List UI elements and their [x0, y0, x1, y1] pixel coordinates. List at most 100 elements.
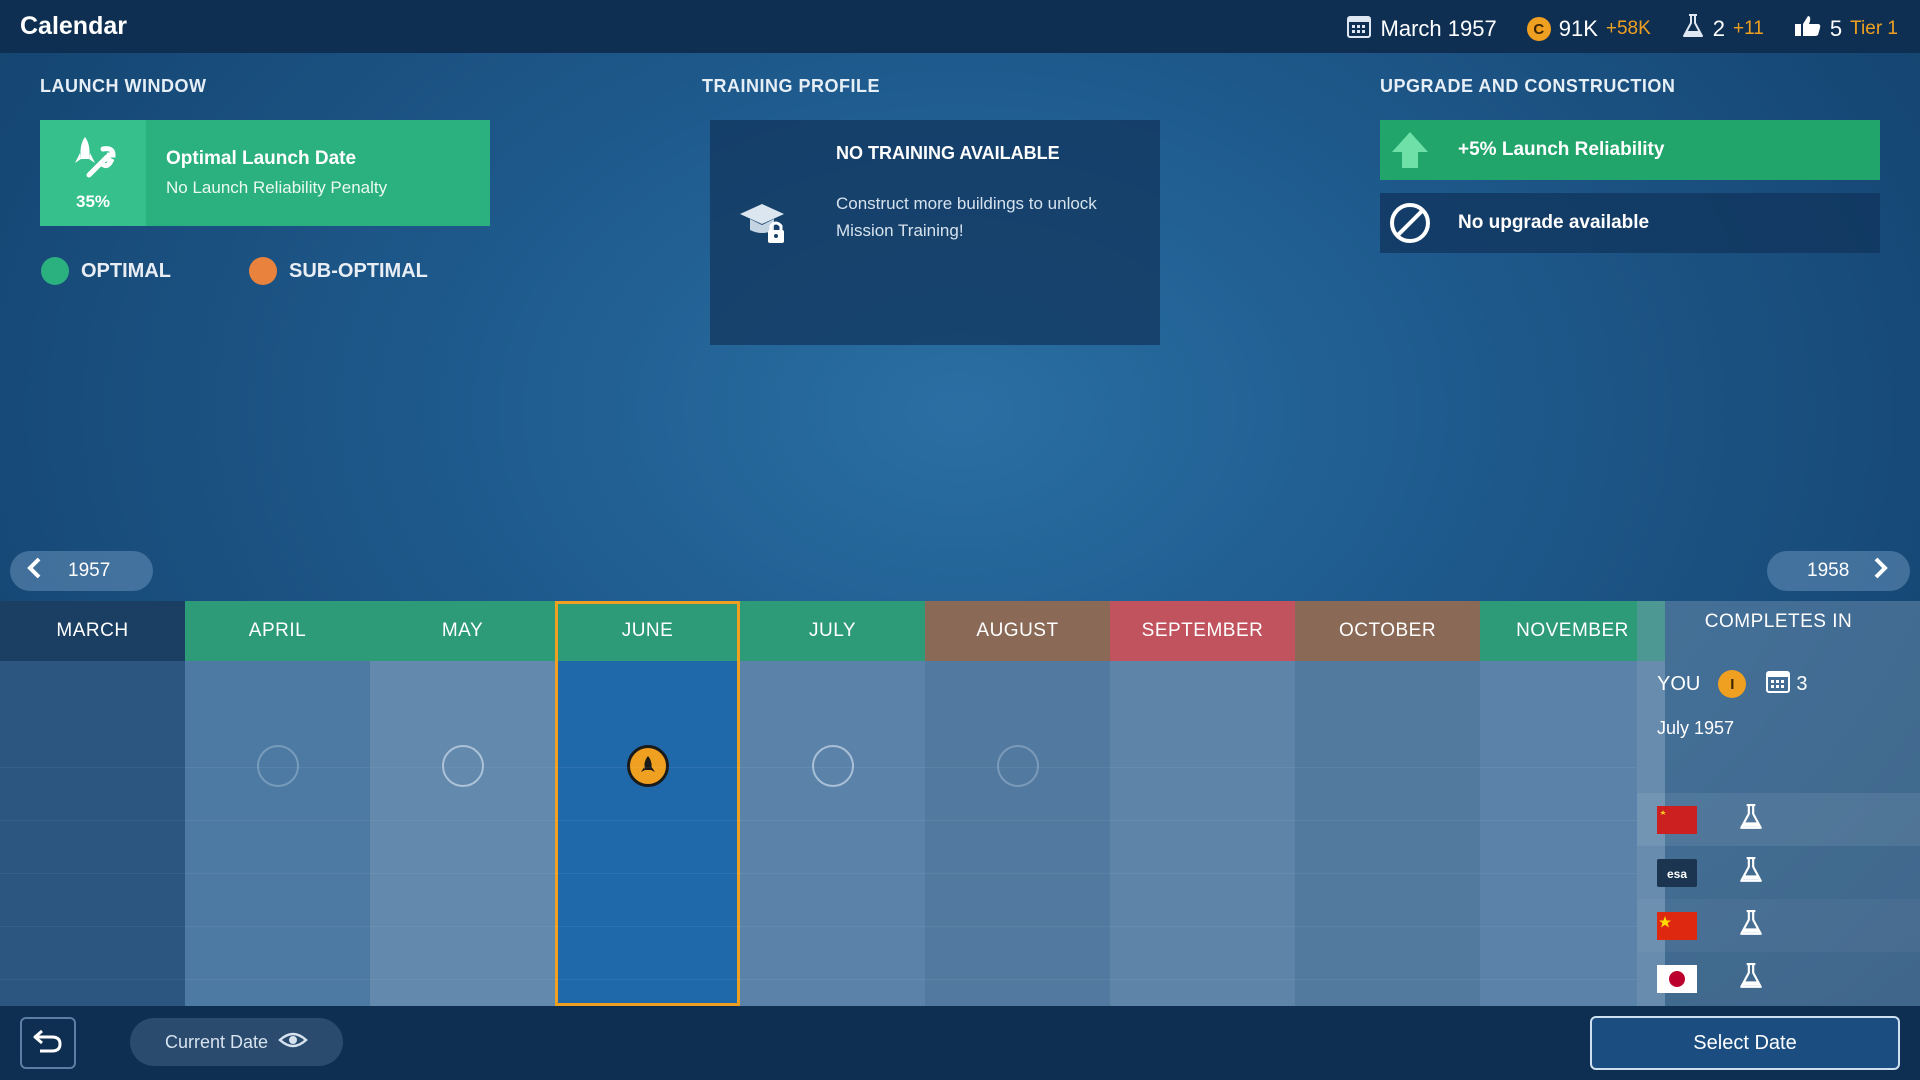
month-column-july[interactable]: JULY: [740, 601, 925, 1006]
previous-year-button[interactable]: 1957: [10, 551, 153, 591]
select-date-button[interactable]: Select Date: [1590, 1016, 1900, 1070]
month-cell: [740, 661, 925, 1006]
month-grid: MARCH APRIL MAY JUNE JULY AUGUST SEPTEMBER OCTO…: [0, 601, 1665, 1006]
rival-row-japan: [1637, 952, 1920, 1005]
player-completion-row: YOU I 3: [1657, 667, 1807, 701]
flask-icon: [1681, 13, 1705, 45]
legend-label: SUB-OPTIMAL: [289, 259, 428, 282]
launch-window-title: LAUNCH WINDOW: [40, 76, 207, 96]
rival-row-esa: esa: [1637, 846, 1920, 899]
completion-date: July 1957: [1657, 718, 1735, 738]
reputation-value: 5: [1829, 16, 1843, 41]
current-date-label: Current Date: [164, 1031, 269, 1052]
launch-card-text: Optimal Launch Date No Launch Reliabilit…: [146, 120, 387, 226]
month-cell: [370, 661, 555, 1006]
esa-flag-text: esa: [1667, 867, 1687, 881]
month-column-may[interactable]: MAY: [370, 601, 555, 1006]
current-date-text: March 1957: [1380, 16, 1497, 41]
chevron-right-icon: [1873, 557, 1889, 585]
launch-card-subtitle: No Launch Reliability Penalty: [166, 178, 388, 197]
locked-graduation-cap-icon: [738, 200, 792, 251]
completes-in-panel: COMPLETES IN YOU I 3 July 1957 esa: [1637, 601, 1920, 1006]
upgrade-title: UPGRADE AND CONSTRUCTION: [1380, 76, 1676, 96]
prohibited-icon: [1380, 193, 1440, 253]
ussr-flag-icon: [1657, 805, 1697, 834]
month-cell: [185, 661, 370, 1006]
coins-stat: C 91K +58K: [1526, 16, 1651, 42]
month-column-june[interactable]: JUNE: [555, 601, 740, 1006]
current-date-button[interactable]: Current Date: [130, 1018, 343, 1066]
resource-stats: March 1957 C 91K +58K 2 +11 5 Tier 1: [1345, 12, 1898, 46]
esa-flag-icon: esa: [1657, 858, 1697, 887]
row-divider: [0, 767, 1637, 768]
thumbs-up-icon: [1794, 14, 1822, 44]
back-button[interactable]: [20, 1017, 76, 1069]
month-column-october: OCTOBER: [1295, 601, 1480, 1006]
rocket-icon: [641, 756, 655, 772]
sub-optimal-dot-icon: [249, 257, 277, 285]
launch-reliability-box: 35%: [40, 120, 146, 226]
month-cell: [1295, 661, 1480, 1006]
launch-reliability-percent: 35%: [75, 191, 111, 211]
calendar-icon: [1764, 667, 1792, 701]
month-column-september: SEPTEMBER: [1110, 601, 1295, 1006]
month-header: MARCH: [0, 601, 185, 661]
month-header: JUNE: [555, 601, 740, 661]
month-header: MAY: [370, 601, 555, 661]
science-value: 2: [1712, 16, 1726, 41]
next-year-label: 1958: [1807, 560, 1850, 581]
launch-slot[interactable]: [997, 745, 1039, 787]
coins-delta: +58K: [1605, 18, 1651, 39]
row-divider: [0, 926, 1637, 927]
row-divider: [0, 873, 1637, 874]
rival-row-china: [1637, 899, 1920, 952]
legend-sub-optimal: SUB-OPTIMAL: [249, 257, 428, 285]
flask-icon: [1738, 907, 1764, 944]
eye-icon: [278, 1030, 308, 1055]
arrow-up-icon: [1380, 120, 1440, 180]
month-column-march: MARCH: [0, 601, 185, 1006]
science-stat: 2 +11: [1681, 13, 1764, 45]
player-agency-icon: I: [1718, 670, 1747, 698]
launch-slot[interactable]: [257, 745, 299, 787]
month-header: SEPTEMBER: [1110, 601, 1295, 661]
previous-year-label: 1957: [68, 560, 111, 581]
month-cell: [1110, 661, 1295, 1006]
launch-slot[interactable]: [812, 745, 854, 787]
month-cell: [925, 661, 1110, 1006]
months-value: 3: [1796, 672, 1808, 695]
footer-bar: Current Date Select Date: [0, 1006, 1920, 1080]
training-card-text: Construct more buildings to unlock Missi…: [836, 194, 1097, 240]
month-header: AUGUST: [925, 601, 1110, 661]
calendar-icon: [1345, 12, 1373, 46]
training-card: NO TRAINING AVAILABLE Construct more bui…: [710, 120, 1160, 345]
row-divider: [0, 820, 1637, 821]
rival-row-ussr: [1637, 793, 1920, 846]
back-arrow-icon: [32, 1027, 64, 1060]
flask-icon: [1738, 854, 1764, 891]
launch-slot[interactable]: [442, 745, 484, 787]
top-bar: Calendar March 1957 C 91K +58K 2 +11 5 T…: [0, 0, 1920, 53]
japan-flag-icon: [1657, 964, 1697, 993]
month-header: APRIL: [185, 601, 370, 661]
training-profile-title: TRAINING PROFILE: [702, 76, 880, 96]
optimal-dot-icon: [41, 257, 69, 285]
flask-icon: [1738, 801, 1764, 838]
row-divider: [0, 979, 1637, 980]
selected-launch-marker[interactable]: [627, 745, 669, 787]
chevron-left-icon: [26, 557, 42, 585]
month-cell: [555, 661, 740, 1006]
no-upgrade-row: No upgrade available: [1380, 193, 1880, 253]
no-upgrade-label: No upgrade available: [1458, 212, 1650, 233]
launch-card-title: Optimal Launch Date: [166, 148, 357, 169]
science-delta: +11: [1733, 18, 1764, 39]
legend-label: OPTIMAL: [81, 259, 171, 282]
month-header: JULY: [740, 601, 925, 661]
month-column-april[interactable]: APRIL: [185, 601, 370, 1006]
next-year-button[interactable]: 1958: [1767, 551, 1910, 591]
tier-value: Tier 1: [1850, 18, 1898, 39]
reliability-bonus-row: +5% Launch Reliability: [1380, 120, 1880, 180]
month-column-august[interactable]: AUGUST: [925, 601, 1110, 1006]
month-header: OCTOBER: [1295, 601, 1480, 661]
rocket-wrench-icon: [67, 135, 119, 188]
